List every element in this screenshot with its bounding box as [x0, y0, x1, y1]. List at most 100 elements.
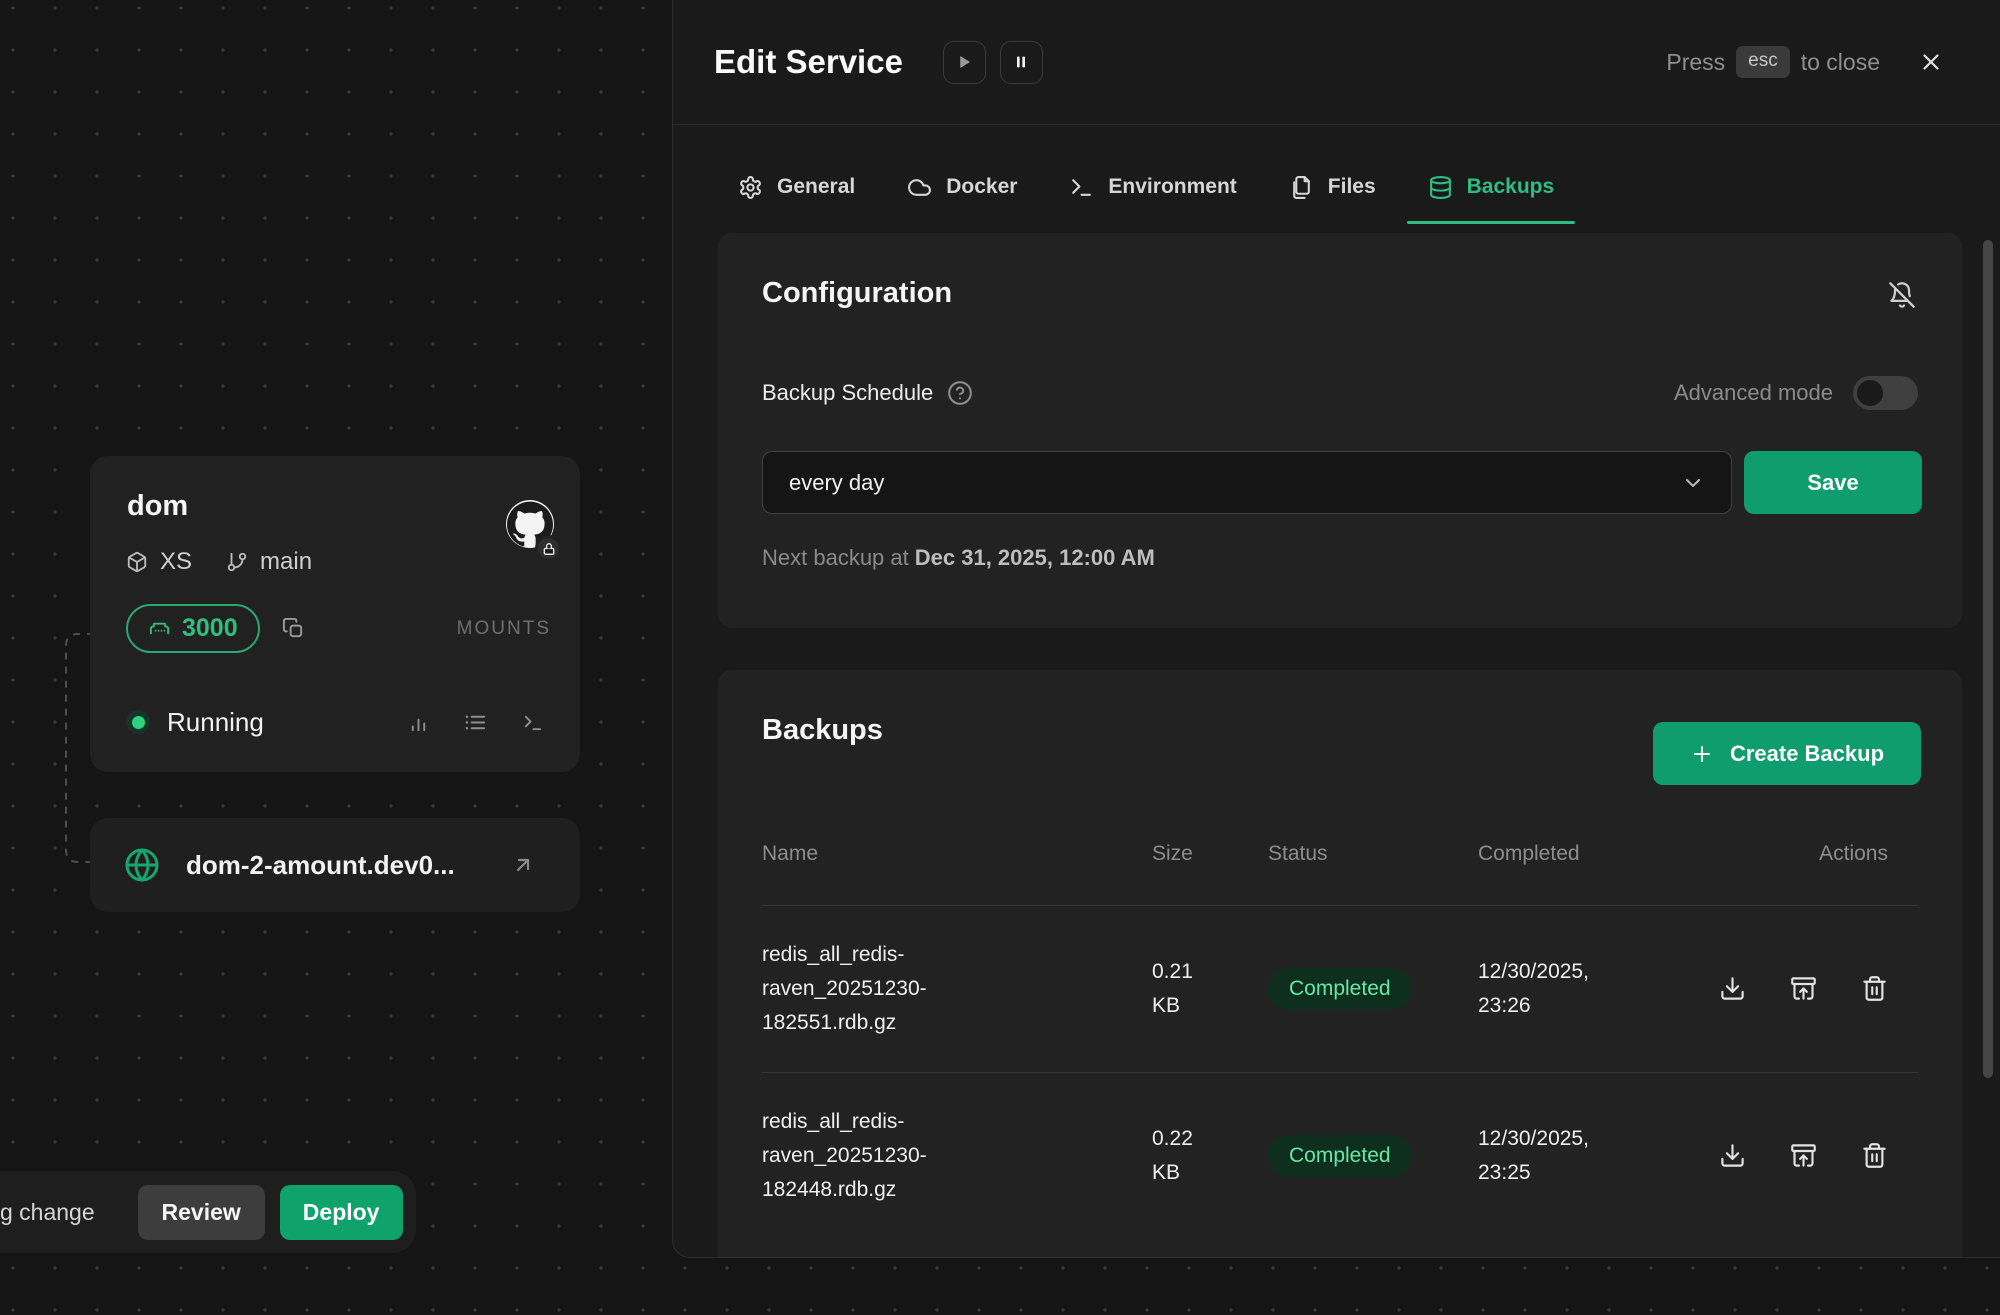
domain-card[interactable]: dom-2-amount.dev0... — [90, 818, 580, 912]
pause-service-button[interactable] — [1000, 41, 1043, 84]
next-backup-prefix: Next backup at — [762, 545, 909, 570]
delete-backup-button[interactable] — [1861, 975, 1888, 1002]
external-link-icon[interactable] — [511, 853, 535, 877]
mounts-section-label[interactable]: MOUNTS — [457, 618, 551, 640]
service-status: Running — [167, 707, 264, 738]
cloud-icon — [907, 175, 932, 200]
save-button[interactable]: Save — [1744, 451, 1922, 514]
esc-hint-close: to close — [1801, 49, 1880, 76]
column-header-completed: Completed — [1478, 842, 1728, 866]
tab-environment[interactable]: Environment — [1048, 150, 1257, 224]
pending-change-label: g change — [0, 1199, 95, 1226]
trash-icon — [1861, 1142, 1888, 1169]
database-icon — [1428, 175, 1453, 200]
status-dot — [126, 710, 150, 734]
pause-icon — [1013, 54, 1029, 70]
gear-icon — [738, 175, 763, 200]
tab-backups-label: Backups — [1467, 175, 1555, 199]
archive-restore-icon — [1790, 975, 1817, 1002]
modal-tabs: General Docker Environment Files Backups — [717, 150, 1575, 224]
tab-files-label: Files — [1328, 175, 1376, 199]
deploy-button[interactable]: Deploy — [280, 1185, 403, 1240]
column-header-name: Name — [762, 842, 1132, 866]
globe-icon — [124, 847, 160, 883]
next-backup-text: Next backup atDec 31, 2025, 12:00 AM — [762, 545, 1155, 571]
column-header-actions: Actions — [1748, 842, 1918, 866]
backup-size: 0.22 KB — [1152, 1122, 1216, 1190]
esc-keycap: esc — [1736, 46, 1790, 78]
edit-service-modal: Edit Service Press esc to close General — [672, 0, 2000, 1258]
modal-title: Edit Service — [714, 43, 903, 81]
help-circle-icon[interactable] — [947, 380, 973, 406]
backup-name: redis_all_redis-raven_20251230-182551.rd… — [762, 938, 1004, 1040]
download-icon — [1719, 975, 1746, 1002]
tab-environment-label: Environment — [1108, 175, 1236, 199]
column-header-status: Status — [1268, 842, 1458, 866]
modal-header: Edit Service Press esc to close — [673, 0, 2000, 125]
play-icon — [955, 53, 973, 71]
status-badge: Completed — [1268, 968, 1412, 1010]
ethernet-port-icon — [148, 617, 171, 640]
backup-name: redis_all_redis-raven_20251230-182448.rd… — [762, 1105, 1004, 1207]
service-size-label: XS — [160, 548, 192, 576]
esc-hint: Press esc to close — [1666, 46, 1880, 78]
download-backup-button[interactable] — [1719, 975, 1746, 1002]
tab-backups[interactable]: Backups — [1407, 150, 1576, 224]
chevron-down-icon — [1681, 471, 1705, 495]
git-branch-icon — [226, 551, 248, 573]
terminal-prompt-icon[interactable] — [521, 711, 544, 734]
tab-general[interactable]: General — [717, 150, 876, 224]
metrics-icon[interactable] — [407, 711, 430, 734]
archive-restore-icon — [1790, 1142, 1817, 1169]
service-card-dom[interactable]: dom XS main 3000 — [90, 456, 580, 772]
tab-files[interactable]: Files — [1268, 150, 1397, 224]
configuration-title: Configuration — [762, 277, 952, 310]
app-screen: dom XS main 3000 — [0, 0, 2000, 1315]
advanced-mode-toggle[interactable] — [1853, 376, 1918, 410]
backup-schedule-label: Backup Schedule — [762, 380, 933, 406]
service-name: dom — [127, 490, 188, 523]
tab-general-label: General — [777, 175, 855, 199]
backup-completed-date: 12/30/2025, 23:25 — [1478, 1122, 1628, 1190]
backup-size: 0.21 KB — [1152, 955, 1216, 1023]
delete-backup-button[interactable] — [1861, 1142, 1888, 1169]
domain-url[interactable]: dom-2-amount.dev0... — [186, 850, 455, 881]
copy-icon[interactable] — [282, 617, 305, 640]
backup-completed-date: 12/30/2025, 23:26 — [1478, 955, 1628, 1023]
service-meta: XS main — [126, 548, 312, 576]
logs-list-icon[interactable] — [464, 711, 487, 734]
start-service-button[interactable] — [943, 41, 986, 84]
close-button[interactable] — [1918, 49, 1944, 75]
restore-backup-button[interactable] — [1790, 975, 1817, 1002]
backup-schedule-select[interactable]: every day — [762, 451, 1732, 514]
port-number: 3000 — [182, 614, 238, 643]
files-icon — [1289, 175, 1314, 200]
notifications-off-button[interactable] — [1888, 281, 1916, 312]
port-badge[interactable]: 3000 — [126, 604, 260, 653]
backups-title: Backups — [762, 714, 883, 747]
esc-hint-press: Press — [1666, 49, 1725, 76]
github-avatar[interactable] — [506, 500, 554, 548]
backup-row: redis_all_redis-raven_20251230-182448.rd… — [762, 1072, 1918, 1239]
plus-icon — [1690, 742, 1714, 766]
create-backup-label: Create Backup — [1730, 741, 1884, 767]
bell-off-icon — [1888, 281, 1916, 309]
modal-scrollbar[interactable] — [1983, 240, 1993, 1078]
status-badge: Completed — [1268, 1135, 1412, 1177]
service-branch: main — [260, 548, 312, 576]
restore-backup-button[interactable] — [1790, 1142, 1817, 1169]
column-header-size: Size — [1152, 842, 1248, 866]
create-backup-button[interactable]: Create Backup — [1653, 722, 1921, 785]
next-backup-value: Dec 31, 2025, 12:00 AM — [915, 545, 1155, 570]
download-backup-button[interactable] — [1719, 1142, 1746, 1169]
review-button[interactable]: Review — [138, 1185, 265, 1240]
backups-card: Backups Create Backup Name Size Status C… — [718, 670, 1962, 1258]
advanced-mode-label: Advanced mode — [1674, 380, 1833, 406]
close-icon — [1918, 49, 1944, 75]
pending-changes-bar: g change Review Deploy — [0, 1171, 416, 1253]
terminal-icon — [1069, 175, 1094, 200]
configuration-card: Configuration Backup Schedule Advanced m… — [718, 233, 1962, 628]
tab-docker-label: Docker — [946, 175, 1017, 199]
tab-docker[interactable]: Docker — [886, 150, 1038, 224]
trash-icon — [1861, 975, 1888, 1002]
